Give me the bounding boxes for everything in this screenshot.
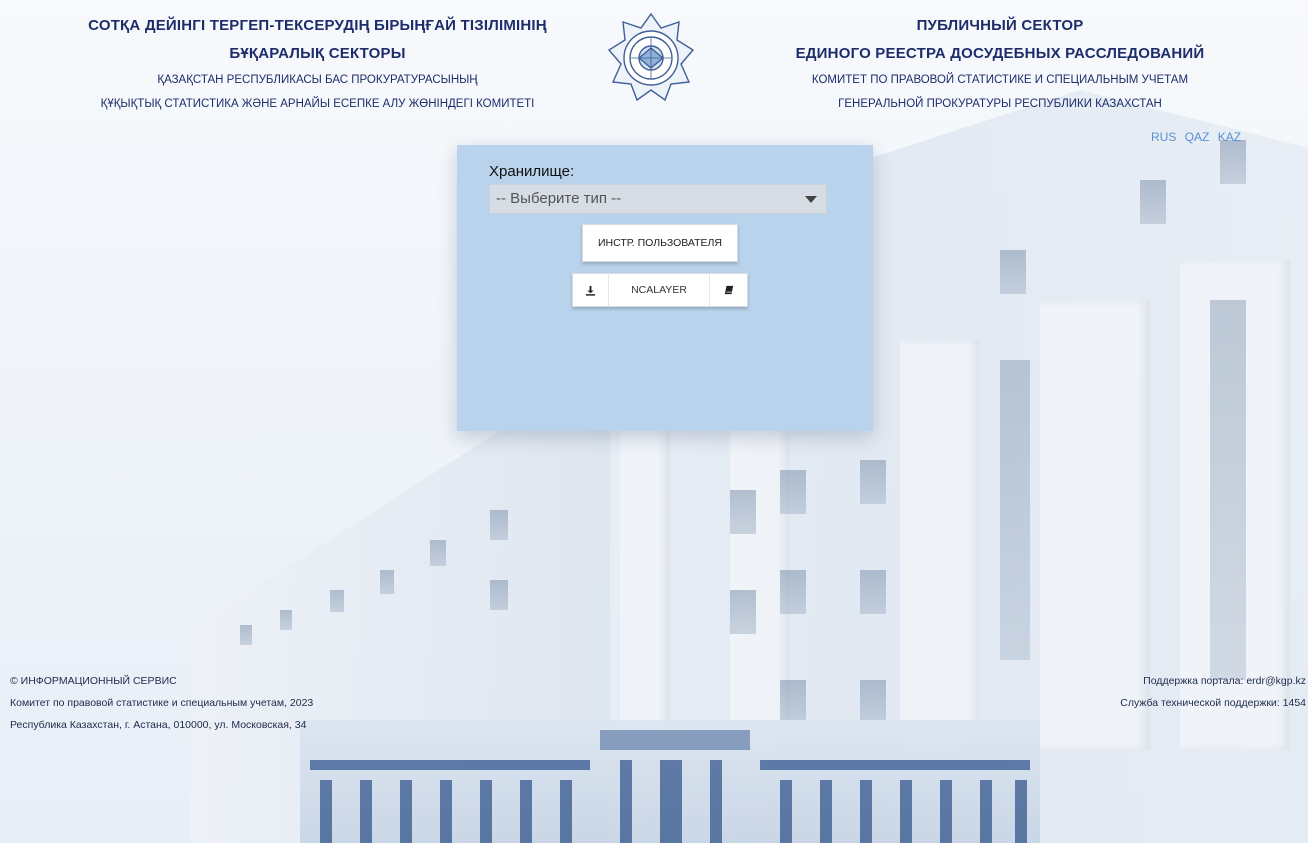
header-left-title-1: СОТҚА ДЕЙІНГІ ТЕРГЕП-ТЕКСЕРУДІҢ БІРЫҢҒАЙ… (88, 17, 547, 34)
prosecutor-emblem-icon (607, 12, 695, 102)
header-right-title-2: ЕДИНОГО РЕЕСТРА ДОСУДЕБНЫХ РАССЛЕДОВАНИЙ (795, 45, 1205, 62)
lang-qaz-link[interactable]: QAZ (1185, 130, 1210, 144)
book-icon (724, 285, 733, 295)
header-left-sub-2: ҚҰҚЫҚТЫҚ СТАТИСТИКА ЖӘНЕ АРНАЙЫ ЕСЕПКЕ А… (100, 98, 535, 110)
login-panel: Хранилище: -- Выберите тип -- ИНСТР. ПОЛ… (457, 145, 873, 431)
footer-left: © ИНФОРМАЦИОННЫЙ СЕРВИС Комитет по право… (10, 670, 313, 736)
footer-address: Республика Казахстан, г. Астана, 010000,… (10, 719, 307, 731)
header-right-title-1: ПУБЛИЧНЫЙ СЕКТОР (916, 17, 1084, 34)
footer-right: Поддержка портала: erdr@kgp.kz Служба те… (1120, 670, 1306, 714)
user-guide-button[interactable]: ИНСТР. ПОЛЬЗОВАТЕЛЯ (582, 224, 738, 262)
lang-kaz-link[interactable]: KAZ (1218, 130, 1241, 144)
lang-rus-link[interactable]: RUS (1151, 130, 1176, 144)
footer-copyright: © ИНФОРМАЦИОННЫЙ СЕРВИС (10, 675, 177, 687)
footer-support-email[interactable]: Поддержка портала: erdr@kgp.kz (1120, 670, 1306, 692)
caret-down-icon (805, 196, 817, 203)
storage-type-select[interactable]: -- Выберите тип -- (489, 184, 827, 214)
header-right-sub-2: ГЕНЕРАЛЬНОЙ ПРОКУРАТУРЫ РЕСПУБЛИКИ КАЗАХ… (838, 98, 1162, 110)
header-left-sub-1: ҚАЗАҚСТАН РЕСПУБЛИКАСЫ БАС ПРОКУРАТУРАСЫ… (157, 74, 478, 86)
header-left-title-2: БҰҚАРАЛЫҚ СЕКТОРЫ (229, 45, 406, 62)
ncalayer-button[interactable]: NCALAYER (609, 274, 709, 306)
header-right-block: ПУБЛИЧНЫЙ СЕКТОР ЕДИНОГО РЕЕСТРА ДОСУДЕБ… (760, 12, 1240, 116)
header-left-block: СОТҚА ДЕЙІНГІ ТЕРГЕП-ТЕКСЕРУДІҢ БІРЫҢҒАЙ… (40, 12, 595, 116)
footer-committee: Комитет по правовой статистике и специал… (10, 697, 314, 709)
header-right-sub-1: КОМИТЕТ ПО ПРАВОВОЙ СТАТИСТИКЕ И СПЕЦИАЛ… (811, 74, 1189, 86)
language-switcher: RUS QAZ KAZ (1151, 130, 1246, 144)
ncalayer-button-group: NCALAYER (572, 273, 748, 307)
storage-select-value: -- Выберите тип -- (496, 190, 622, 207)
storage-label: Хранилище: (489, 163, 575, 180)
page-header: СОТҚА ДЕЙІНГІ ТЕРГЕП-ТЕКСЕРУДІҢ БІРЫҢҒАЙ… (0, 0, 1308, 150)
footer-support-phone: Служба технической поддержки: 1454 (1120, 697, 1306, 709)
ncalayer-download-button[interactable] (573, 274, 609, 306)
download-icon (585, 285, 596, 296)
ncalayer-manual-button[interactable] (709, 274, 747, 306)
